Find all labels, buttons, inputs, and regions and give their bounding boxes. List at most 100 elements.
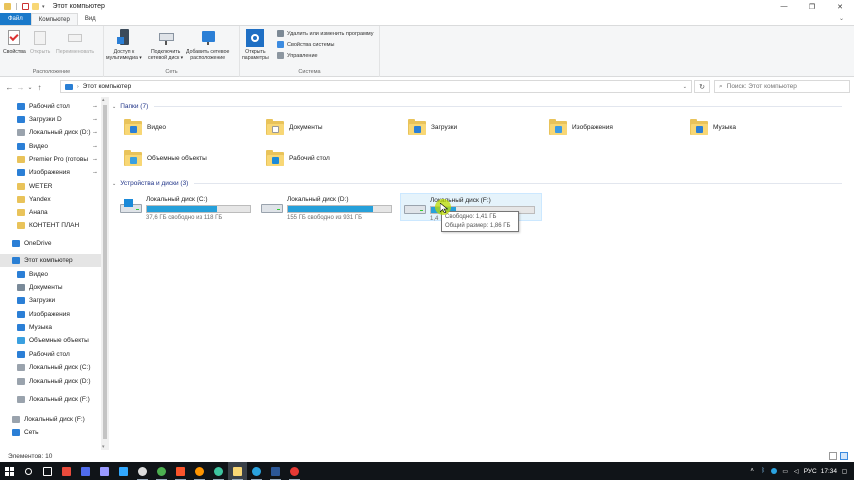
ribbon-collapse-icon[interactable]: ⌄ [839,15,844,22]
sidebar-item[interactable]: Объемные объекты [0,334,101,347]
network-icon[interactable]: ▭ [782,468,789,475]
address-bar[interactable]: › Этот компьютер ⌄ [60,80,692,93]
close-button[interactable]: ✕ [826,0,854,13]
folder-tile[interactable]: Музыка [690,119,736,136]
properties-button[interactable]: Свойства [3,29,26,55]
premiere-icon[interactable] [95,462,114,480]
open-settings-button[interactable]: Открыть параметры [242,29,269,61]
task-view-icon[interactable] [38,462,57,480]
drives-group-header[interactable]: ⌄ Устройства и диски (3) [112,180,842,187]
yandex-browser-icon[interactable] [133,462,152,480]
folder-tile[interactable]: Рабочий стол [266,150,330,167]
sidebar-item[interactable]: OneDrive [0,237,101,250]
windows-start-icon[interactable] [0,462,19,480]
telegram-icon[interactable] [247,462,266,480]
rename-button[interactable]: Переименовать [56,29,94,55]
folders-group-header[interactable]: ⌄ Папки (7) [112,103,842,110]
firefox-icon[interactable] [190,462,209,480]
sidebar-item[interactable]: Локальный диск (F:) [0,413,101,426]
calculator-icon[interactable] [76,462,95,480]
system-properties-button[interactable]: Свойства системы [277,41,335,48]
folder-tile[interactable]: Загрузки [408,119,457,136]
sidebar-item[interactable]: Локальный диск (F:) [0,393,101,406]
sidebar-item[interactable]: Yandex [0,193,101,206]
sidebar-item[interactable]: Локальный диск (D:) [0,375,101,388]
refresh-button[interactable]: ↻ [694,80,710,93]
sidebar-item[interactable]: Музыка [0,321,101,334]
sidebar-item[interactable]: Изображения [0,308,101,321]
properties-quick-icon[interactable] [22,3,29,10]
sidebar-item[interactable]: Видео ⊸ [0,140,101,153]
sidebar-item[interactable]: Загрузки D ⊸ [0,113,101,126]
forward-arrow-icon[interactable]: → [15,83,26,92]
sidebar-item[interactable]: Загрузки [0,294,101,307]
uninstall-program-button[interactable]: Удалить или изменить программу [277,30,373,37]
tab-computer[interactable]: Компьютер [30,13,78,25]
language-indicator[interactable]: РУС [804,468,817,475]
sidebar-item[interactable]: Документы [0,281,101,294]
tiles-view-icon[interactable] [840,452,848,460]
sidebar-item[interactable]: Изображения ⊸ [0,166,101,179]
breadcrumb[interactable]: Этот компьютер [83,83,132,90]
photoshop-icon[interactable] [114,462,133,480]
tab-view[interactable]: Вид [78,13,103,25]
volume-icon[interactable]: ◁ [793,468,800,475]
folder-tile[interactable]: Объемные объекты [124,150,207,167]
drive-icon [17,396,25,403]
show-hidden-icons-icon[interactable]: ˄ [749,468,756,475]
details-view-icon[interactable] [829,452,837,460]
minimize-button[interactable]: — [770,0,798,13]
new-folder-quick-icon[interactable] [32,3,39,10]
open-button[interactable]: Открыть [30,29,50,55]
quick-access-dropdown-icon[interactable]: ▾ [42,4,45,10]
folder-tile[interactable]: Изображения [549,119,613,136]
telegram-tray-icon[interactable] [771,468,778,475]
add-network-location-button[interactable]: Добавить сетевое расположение [186,29,229,61]
sidebar-item[interactable]: Этот компьютер [0,254,101,267]
map-network-drive-button[interactable]: Подключить сетевой диск ▾ [148,29,183,61]
scrollbar-thumb[interactable] [103,105,107,439]
sidebar-item[interactable]: Рабочий стол [0,348,101,361]
brave-icon[interactable] [171,462,190,480]
sidebar-item[interactable]: Локальный диск (D:) ⊸ [0,126,101,139]
folder-tile[interactable]: Видео [124,119,166,136]
manage-button[interactable]: Управление [277,52,318,59]
notifications-icon[interactable]: ▢ [841,468,848,475]
sidebar-item[interactable]: КОНТЕНТ ПЛАН [0,219,101,232]
collapse-chevron-icon[interactable]: ⌄ [112,104,116,110]
maximize-button[interactable]: ❐ [798,0,826,13]
back-arrow-icon[interactable]: ← [4,83,15,92]
clock[interactable]: 17:34 [821,468,837,475]
sidebar-item[interactable]: Видео [0,268,101,281]
file-explorer-icon[interactable] [228,462,247,480]
sidebar-item[interactable]: Premier Pro (готовы ⊸ [0,153,101,166]
sidebar-item[interactable]: WETER [0,180,101,193]
search-box[interactable]: ⌕ [714,80,850,93]
sidebar-item[interactable]: Рабочий стол ⊸ [0,100,101,113]
folder-tile[interactable]: Документы [266,119,323,136]
sidebar-item[interactable]: Сеть [0,426,101,439]
collapse-chevron-icon[interactable]: ⌄ [112,181,116,187]
sidebar-item-label: Видео [29,143,48,150]
drive-tile[interactable]: Локальный диск (C:) 37,6 ГБ свободно из 1… [117,193,267,221]
search-input[interactable] [726,83,837,90]
media-access-button[interactable]: Доступ к мультимедиа ▾ [106,29,142,61]
nav-scrollbar[interactable]: ▴ ▾ [101,97,109,450]
word-icon[interactable] [266,462,285,480]
ribbon-group-label: Сеть [165,69,178,75]
recent-locations-chevron-icon[interactable]: ⌄ [26,84,34,91]
up-arrow-icon[interactable]: ↑ [34,83,45,92]
address-dropdown-icon[interactable]: ⌄ [683,84,687,90]
recorder-icon[interactable] [285,462,304,480]
search-icon[interactable] [19,462,38,480]
sidebar-item[interactable]: Анапа [0,206,101,219]
store-icon[interactable] [57,462,76,480]
app-icon[interactable] [209,462,228,480]
tab-file[interactable]: Файл [0,13,31,25]
settings-gear-icon [246,29,265,47]
chrome-icon[interactable] [152,462,171,480]
sidebar-item[interactable]: Локальный диск (C:) [0,361,101,374]
scroll-up-icon[interactable]: ▴ [102,97,105,103]
drive-tile[interactable]: Локальный диск (D:) 155 ГБ свободно из 93… [258,193,402,221]
bluetooth-icon[interactable]: ᛒ [760,468,767,475]
